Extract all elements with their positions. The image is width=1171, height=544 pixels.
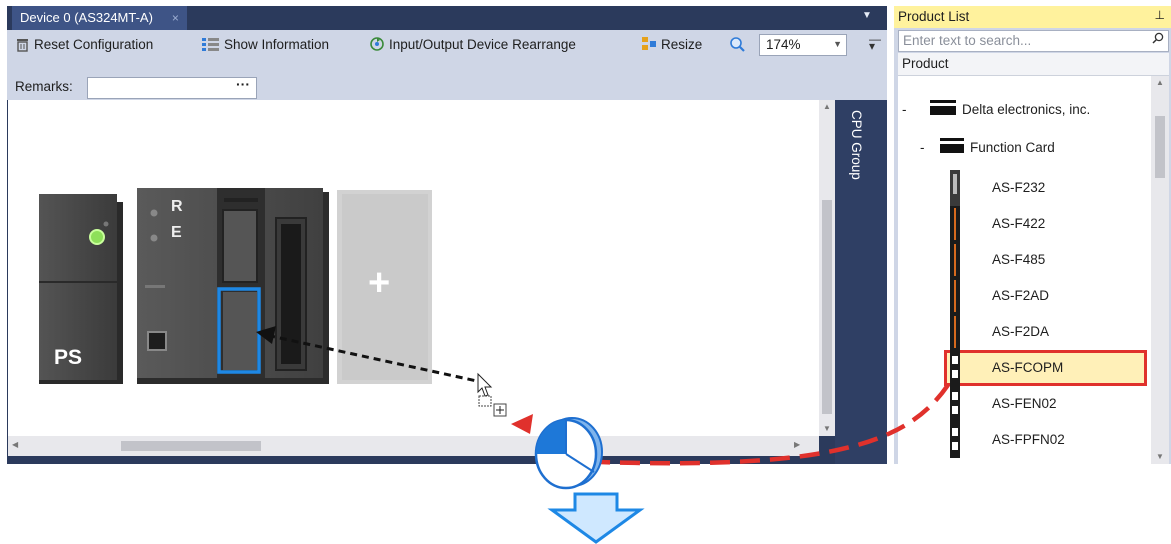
mouse-drag-icon [534,417,603,490]
drag-flow-arrowhead [511,414,533,434]
next-step-arrow-icon [547,492,645,544]
tutorial-overlay [511,383,950,544]
drag-flow-arrow [599,383,950,466]
